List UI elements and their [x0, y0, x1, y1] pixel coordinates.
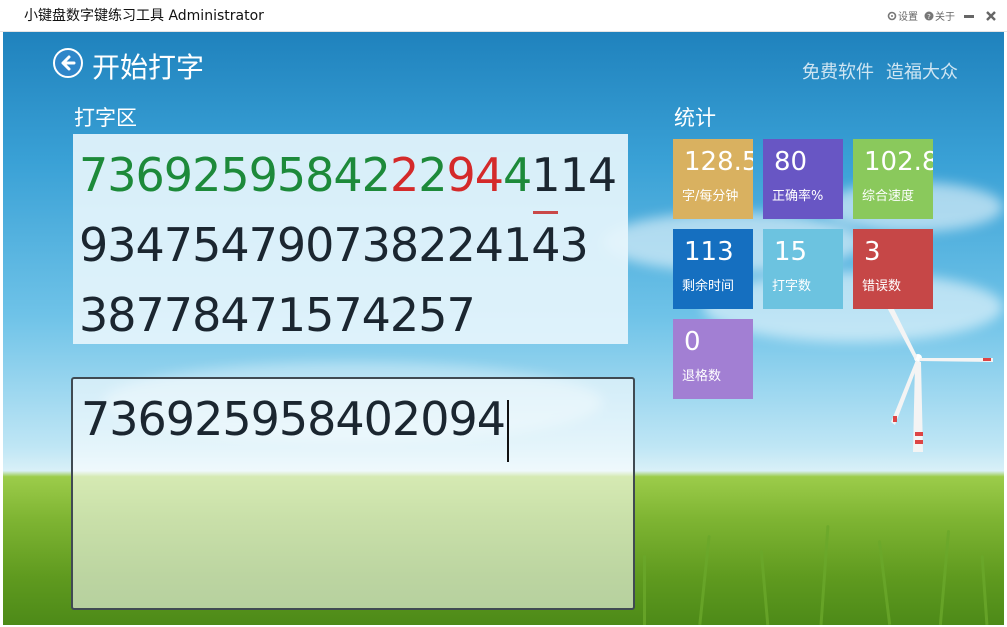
target-text-line: 7369259584222944114 [79, 140, 628, 214]
stat-tile-time-left: 113 剩余时间 [673, 229, 753, 309]
target-text-panel: 7369259584222944114 934754790738224143 3… [73, 134, 628, 344]
stat-value: 3 [864, 237, 881, 267]
stat-label: 字/每分钟 [682, 189, 739, 204]
stat-label: 正确率% [772, 189, 824, 204]
target-segment-pending: 934754790738224143 [79, 218, 589, 272]
stat-value: 15 [774, 237, 808, 267]
settings-icon [887, 11, 897, 20]
back-button[interactable] [53, 48, 83, 78]
target-segment-error: 94 [446, 148, 505, 202]
slogan-part: 免费软件 [802, 62, 874, 83]
settings-button[interactable]: 设置 [887, 8, 918, 23]
stat-value: 102.8 [864, 147, 933, 177]
close-button[interactable] [983, 9, 999, 23]
wind-turbine-illustration [883, 297, 993, 452]
target-segment-pending: 14 [559, 148, 618, 202]
settings-label: 设置 [898, 12, 918, 23]
stat-label: 错误数 [862, 279, 902, 294]
grass-decoration [643, 555, 646, 625]
window-title: 小键盘数字键练习工具 Administrator [24, 8, 264, 24]
target-text-line: 934754790738224143 [79, 210, 628, 280]
window-titlebar: 小键盘数字键练习工具 Administrator 设置 ? 关于 [0, 0, 1007, 32]
svg-text:?: ? [927, 13, 931, 21]
minimize-icon [964, 14, 974, 18]
slogan-part: 造福大众 [886, 62, 958, 83]
minimize-button[interactable] [961, 9, 977, 23]
window-controls: 设置 ? 关于 [887, 8, 999, 23]
target-segment-correct: 4 [503, 148, 532, 202]
stat-tile-overall-speed: 102.8 综合速度 [853, 139, 933, 219]
stat-tile-typed-count: 15 打字数 [763, 229, 843, 309]
main-scene: 开始打字 免费软件 造福大众 打字区 7369259584222944114 9… [3, 32, 1004, 625]
page-title: 开始打字 [92, 51, 205, 84]
stat-tile-speed: 128.5 字/每分钟 [673, 139, 753, 219]
target-segment-error: 2 [389, 148, 419, 202]
grass-decoration [980, 554, 989, 625]
stat-value: 80 [774, 147, 808, 177]
grass-decoration [938, 530, 951, 625]
close-icon [986, 10, 996, 21]
about-label: 关于 [935, 12, 955, 23]
stat-value: 128.5 [684, 147, 753, 177]
target-segment-correct: 2 [418, 148, 447, 202]
stats-label: 统计 [674, 106, 716, 130]
slogan: 免费软件 造福大众 [802, 58, 958, 84]
grass-decoration [698, 535, 711, 625]
typing-input-value: 736925958402094 [81, 392, 506, 446]
grass-decoration [759, 550, 770, 625]
stat-label: 综合速度 [862, 189, 915, 204]
about-icon: ? [924, 11, 934, 21]
stat-value: 113 [684, 237, 734, 267]
text-caret [507, 399, 509, 462]
stat-tile-error-count: 3 错误数 [853, 229, 933, 309]
stat-label: 打字数 [772, 279, 812, 294]
target-text-line: 38778471574257 [79, 280, 628, 350]
grass-decoration [819, 525, 830, 625]
stat-value: 0 [684, 327, 701, 357]
typing-input[interactable]: 736925958402094 [71, 377, 635, 610]
typing-area-label: 打字区 [74, 106, 137, 130]
target-segment-pending: 38778471574257 [79, 288, 476, 342]
about-button[interactable]: ? 关于 [924, 8, 955, 23]
stat-label: 剩余时间 [682, 279, 735, 294]
stat-label: 退格数 [682, 369, 722, 384]
back-arrow-icon [61, 55, 76, 71]
stat-tile-accuracy: 80 正确率% [763, 139, 843, 219]
stat-tile-backspace-count: 0 退格数 [673, 319, 753, 399]
grass-decoration [877, 540, 892, 625]
target-segment-current: 1 [531, 140, 561, 214]
target-segment-correct: 73692595842 [79, 148, 391, 202]
